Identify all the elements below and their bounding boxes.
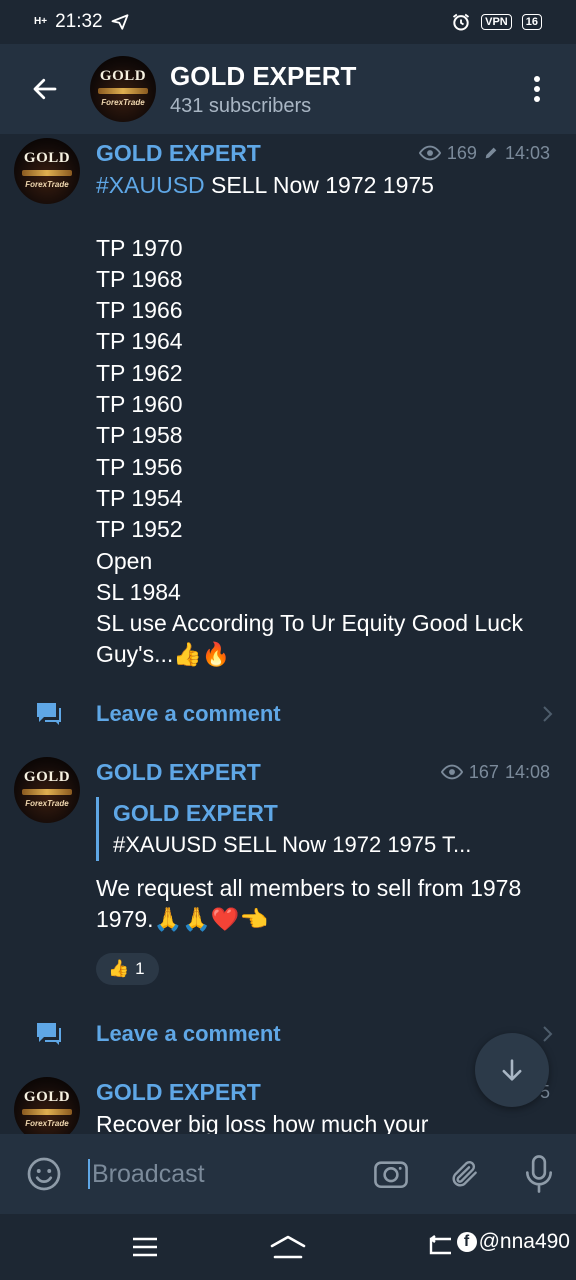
message-avatar[interactable]: GOLD ForexTrade — [14, 1077, 80, 1134]
quote-text: #XAUUSD SELL Now 1972 1975 T... — [113, 832, 472, 857]
system-nav-bar: f @nna490 — [0, 1214, 576, 1280]
avatar-logo-text: GOLD — [23, 1089, 71, 1105]
message-input-bar: Broadcast — [0, 1134, 576, 1214]
input-placeholder: Broadcast — [92, 1159, 205, 1188]
return-icon — [429, 1235, 451, 1255]
leave-comment-button[interactable]: Leave a comment — [0, 689, 576, 739]
quote-author: GOLD EXPERT — [113, 800, 278, 826]
avatar-logo-subtext: ForexTrade — [101, 98, 145, 107]
reply-quote[interactable]: GOLD EXPERT #XAUUSD SELL Now 1972 1975 T… — [96, 797, 550, 861]
channel-title: GOLD EXPERT — [170, 60, 357, 91]
message-emoji: 🙏🙏❤️👈 — [153, 907, 269, 934]
comment-icon — [0, 1021, 96, 1047]
status-time: 21:32 — [55, 11, 103, 32]
avatar-logo-subtext: ForexTrade — [25, 799, 69, 808]
avatar-logo-subtext: ForexTrade — [25, 1119, 69, 1128]
paperclip-icon — [452, 1161, 477, 1187]
camera-icon — [374, 1161, 408, 1189]
message-body: GOLD EXPERT 167 14:08 GOLD EXPERT #XAUUS… — [96, 757, 550, 985]
avatar-gold-bar — [98, 88, 148, 94]
microphone-icon — [525, 1155, 553, 1193]
message-text: We request all members to sell from 1978… — [96, 873, 550, 937]
view-count: 169 — [446, 142, 477, 163]
status-bar: H+ 21:32 VPN 16 — [0, 0, 576, 44]
message-time: 14:08 — [504, 761, 550, 782]
avatar-gold-bar — [22, 789, 72, 795]
hashtag-link[interactable]: #XAUUSD — [96, 172, 205, 198]
edited-pencil-icon — [485, 147, 497, 159]
channel-header: GOLD ForexTrade GOLD EXPERT 431 subscrib… — [0, 44, 576, 134]
avatar-logo-text: GOLD — [23, 769, 71, 785]
message-author[interactable]: GOLD EXPERT — [96, 759, 261, 786]
message-author[interactable]: GOLD EXPERT — [96, 140, 261, 167]
avatar-gold-bar — [22, 170, 72, 176]
home-icon — [270, 1235, 306, 1259]
broadcast-input[interactable]: Broadcast — [88, 1159, 354, 1189]
reaction-chip[interactable]: 👍 1 — [96, 952, 159, 985]
message-content: SELL Now 1972 1975 TP 1970 TP 1968 TP 19… — [96, 172, 524, 668]
watermark-text: @nna490 — [478, 1230, 570, 1253]
emoji-button[interactable] — [0, 1156, 88, 1192]
comment-icon — [0, 701, 96, 727]
facebook-icon: f — [456, 1232, 477, 1252]
arrow-down-icon — [502, 1059, 522, 1081]
message-text: Recover big loss how much your — [96, 1109, 550, 1134]
message-list[interactable]: GOLD ForexTrade GOLD EXPERT 169 14:03 #X… — [0, 134, 576, 1134]
status-right: VPN 16 — [451, 12, 542, 32]
back-button[interactable] — [0, 44, 90, 134]
chevron-right-icon — [520, 705, 576, 723]
view-count: 167 — [468, 761, 499, 782]
message-text: #XAUUSD SELL Now 1972 1975 TP 1970 TP 19… — [96, 170, 550, 672]
avatar-gold-bar — [22, 1109, 72, 1115]
message-author[interactable]: GOLD EXPERT — [96, 1079, 261, 1106]
subscriber-count: 431 subscribers — [170, 94, 312, 117]
message-meta: 167 14:08 — [440, 761, 550, 783]
smiley-icon — [27, 1157, 61, 1191]
comment-label: Leave a comment — [96, 1021, 281, 1046]
message-time: 14:03 — [504, 142, 550, 163]
telegram-send-icon — [111, 14, 129, 30]
message-content: Recover big loss how much your — [96, 1111, 429, 1134]
more-vertical-icon — [534, 76, 540, 102]
camera-button[interactable] — [354, 1157, 428, 1191]
channel-info[interactable]: GOLD EXPERT 431 subscribers — [170, 61, 498, 118]
battery-indicator: 16 — [521, 14, 542, 30]
menu-lines-icon — [133, 1237, 157, 1257]
views-eye-icon — [440, 764, 463, 780]
text-caret — [88, 1159, 90, 1189]
message-emoji: 👍🔥 — [173, 642, 231, 669]
message-header: GOLD EXPERT 167 14:08 — [96, 757, 550, 787]
comment-label: Leave a comment — [96, 701, 281, 726]
reaction-count: 1 — [135, 958, 145, 978]
voice-button[interactable] — [502, 1155, 576, 1193]
message-avatar[interactable]: GOLD ForexTrade — [14, 138, 80, 204]
network-indicator: H+ — [34, 16, 48, 27]
recent-apps-button[interactable] — [128, 1232, 162, 1262]
message-header: GOLD EXPERT 169 14:03 — [96, 138, 550, 168]
message-avatar[interactable]: GOLD ForexTrade — [14, 757, 80, 823]
channel-avatar[interactable]: GOLD ForexTrade — [90, 56, 156, 122]
scroll-to-bottom-button[interactable] — [475, 1033, 549, 1107]
avatar-logo-text: GOLD — [99, 68, 147, 84]
alarm-icon — [453, 13, 470, 31]
watermark: f @nna490 — [456, 1230, 570, 1254]
more-options-button[interactable] — [498, 44, 576, 134]
back-arrow-icon — [33, 78, 57, 100]
reaction-emoji: 👍 — [108, 958, 130, 979]
attach-button[interactable] — [428, 1156, 502, 1192]
message-meta: 169 14:03 — [418, 142, 550, 164]
status-left: H+ 21:32 — [34, 11, 129, 33]
avatar-logo-text: GOLD — [23, 150, 71, 166]
vpn-badge: VPN — [481, 14, 512, 30]
message-body: GOLD EXPERT 169 14:03 #XAUUSD SELL Now 1… — [96, 138, 550, 672]
avatar-logo-subtext: ForexTrade — [25, 180, 69, 189]
views-eye-icon — [418, 145, 441, 161]
back-nav-button[interactable] — [424, 1232, 454, 1262]
home-button[interactable] — [268, 1230, 308, 1264]
